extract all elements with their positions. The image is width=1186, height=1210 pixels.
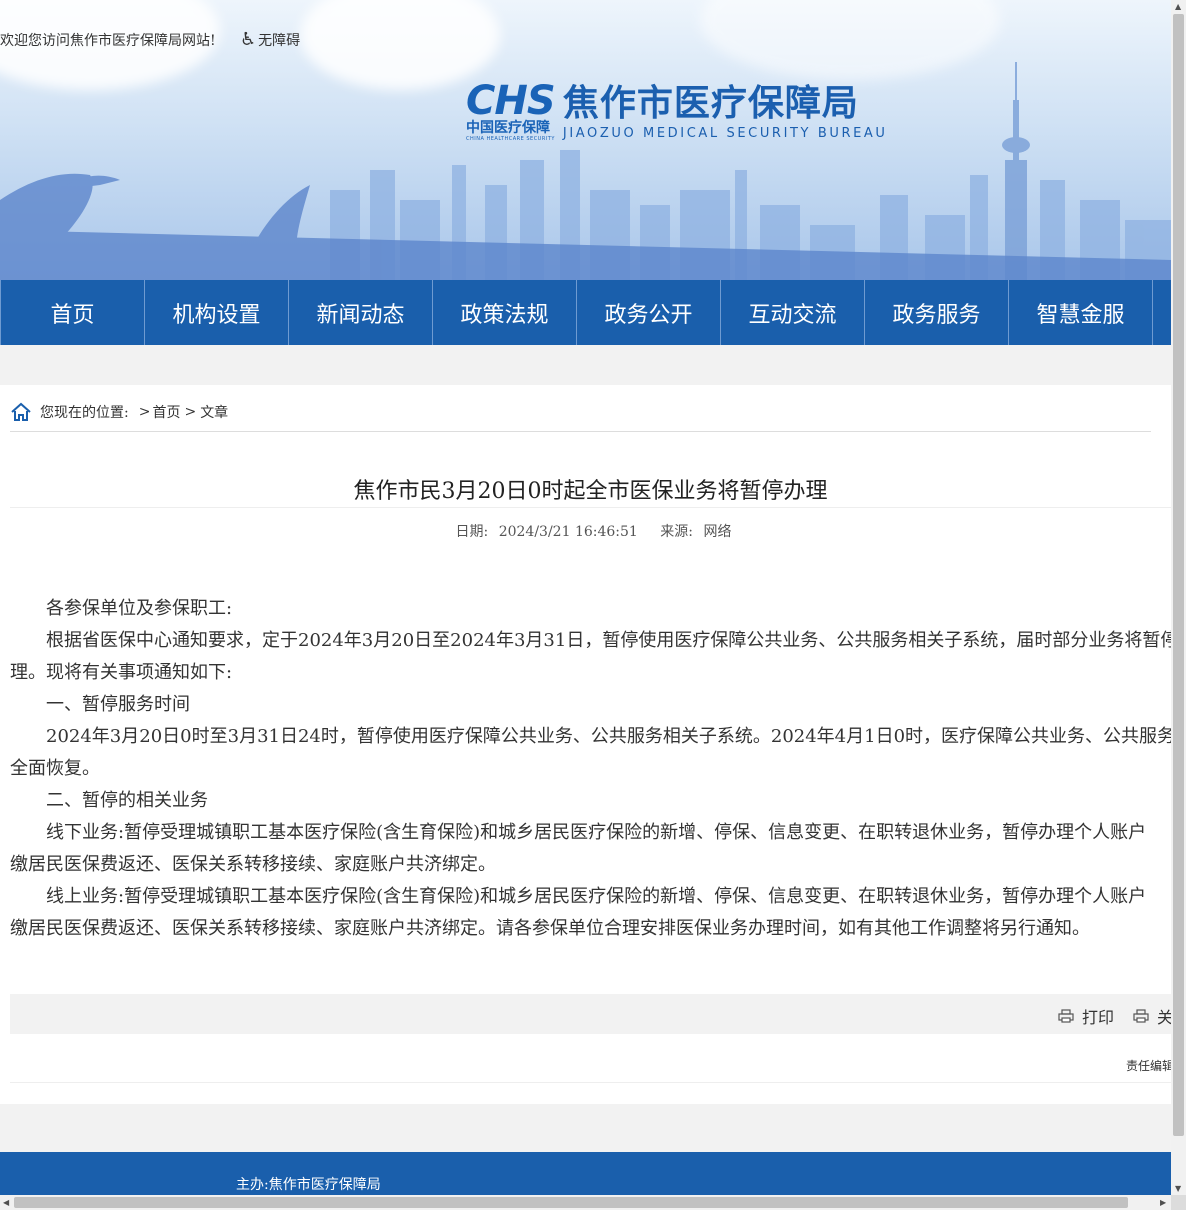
nav-item-organization[interactable]: 机构设置: [145, 280, 289, 345]
page-viewport: 欢迎您访问焦作市医疗保障局网站! ♿ 无障碍 CHS 中国医疗保障 CHINA …: [0, 0, 1171, 1195]
site-header: 欢迎您访问焦作市医疗保障局网站! ♿ 无障碍 CHS 中国医疗保障 CHINA …: [0, 0, 1171, 280]
nav-item-interaction[interactable]: 互动交流: [721, 280, 865, 345]
paragraph: 线上业务:暂停受理城镇职工基本医疗保险(含生育保险)和城乡居民医疗保险的新增、停…: [46, 886, 1147, 907]
source-label: 来源:: [660, 524, 693, 540]
close-label: 关: [1157, 1008, 1171, 1027]
site-footer: 主办:焦作市医疗保障局: [0, 1152, 1171, 1195]
site-name: 焦作市医疗保障局: [562, 83, 859, 124]
publish-date: 2024/3/21 16:46:51: [498, 524, 638, 540]
main-navigation: 首页 机构设置 新闻动态 政策法规 政务公开 互动交流 政务服务 智慧金服: [0, 280, 1171, 345]
printer-icon: [1058, 1009, 1074, 1023]
nav-item-open-government[interactable]: 政务公开: [577, 280, 721, 345]
print-button[interactable]: 打印: [1058, 1004, 1114, 1028]
scrollbar-corner: [1171, 1195, 1186, 1210]
nav-item-smart-finance[interactable]: 智慧金服: [1009, 280, 1153, 345]
nav-item-services[interactable]: 政务服务: [865, 280, 1009, 345]
accessibility-label: 无障碍: [258, 33, 301, 49]
chs-logo-cn: 中国医疗保障: [466, 120, 550, 136]
chs-logo-en: CHINA HEALTHCARE SECURITY: [466, 136, 555, 142]
nav-item-home[interactable]: 首页: [0, 280, 145, 345]
breadcrumb-label: 您现在的位置:: [40, 405, 129, 421]
breadcrumb-home-link[interactable]: 首页: [152, 402, 180, 422]
nav-item-policy[interactable]: 政策法规: [433, 280, 577, 345]
article-container: 您现在的位置: > 首页 > 文章 焦作市民3月20日0时起全市医保业务将暂停办…: [0, 385, 1171, 1104]
title-divider: [10, 507, 1171, 508]
scroll-left-icon[interactable]: ◀: [3, 1199, 9, 1207]
welcome-text: 欢迎您访问焦作市医疗保障局网站!: [0, 33, 216, 49]
accessibility-link[interactable]: ♿ 无障碍: [240, 30, 300, 50]
scroll-right-icon[interactable]: ▶: [1160, 1199, 1166, 1207]
accessibility-icon: ♿: [240, 29, 257, 50]
site-name-en: JIAOZUO MEDICAL SECURITY BUREAU: [562, 126, 888, 141]
paragraph: 2024年3月20日0时至3月31日24时，暂停使用医疗保障公共业务、公共服务相…: [46, 726, 1171, 747]
scroll-down-icon[interactable]: ▼: [1175, 1185, 1181, 1193]
scroll-up-icon[interactable]: ▲: [1175, 3, 1181, 11]
nav-item-news[interactable]: 新闻动态: [289, 280, 433, 345]
paragraph: 缴居民医保费返还、医保关系转移接续、家庭账户共济绑定。请各参保单位合理安排医保业…: [10, 918, 1090, 939]
breadcrumb-current: 文章: [200, 405, 229, 421]
print-label: 打印: [1082, 1008, 1115, 1027]
bottom-divider: [10, 1082, 1171, 1083]
close-window-icon: [1133, 1009, 1149, 1023]
horizontal-scrollbar-thumb[interactable]: [14, 1197, 1128, 1208]
footer-host: 主办:焦作市医疗保障局: [236, 1177, 381, 1193]
article-toolbar: 打印 关: [10, 994, 1171, 1034]
close-button[interactable]: 关: [1133, 1004, 1171, 1028]
paragraph: 全面恢复。: [10, 758, 100, 779]
breadcrumb-separator: >: [138, 404, 151, 420]
article-title: 焦作市民3月20日0时起全市医保业务将暂停办理: [353, 479, 828, 504]
vertical-scrollbar-thumb[interactable]: [1173, 14, 1184, 1136]
paragraph: 缴居民医保费返还、医保关系转移接续、家庭账户共济绑定。: [10, 854, 496, 875]
home-icon: [11, 402, 31, 421]
paragraph: 理。现将有关事项通知如下:: [10, 662, 233, 683]
breadcrumb-separator: >: [184, 404, 197, 420]
paragraph: 一、暂停服务时间: [46, 694, 190, 715]
paragraph: 各参保单位及参保职工:: [46, 598, 233, 619]
article-meta: 日期: 2024/3/21 16:46:51 来源: 网络: [10, 521, 1171, 541]
article-source: 网络: [703, 524, 732, 540]
paragraph: 二、暂停的相关业务: [46, 790, 208, 811]
breadcrumb: 您现在的位置: > 首页 > 文章: [10, 393, 1151, 432]
responsible-editor: 责任编辑: [1126, 1059, 1171, 1073]
paragraph: 根据省医保中心通知要求，定于2024年3月20日至2024年3月31日，暂停使用…: [46, 630, 1171, 651]
site-logo[interactable]: CHS 中国医疗保障 CHINA HEALTHCARE SECURITY 焦作市…: [466, 78, 888, 142]
chs-logo-mark: CHS: [466, 78, 556, 124]
paragraph: 线下业务:暂停受理城镇职工基本医疗保险(含生育保险)和城乡居民医疗保险的新增、停…: [46, 822, 1147, 843]
date-label: 日期:: [455, 524, 489, 540]
article-body: 各参保单位及参保职工: 根据省医保中心通知要求，定于2024年3月20日至202…: [10, 593, 1171, 945]
